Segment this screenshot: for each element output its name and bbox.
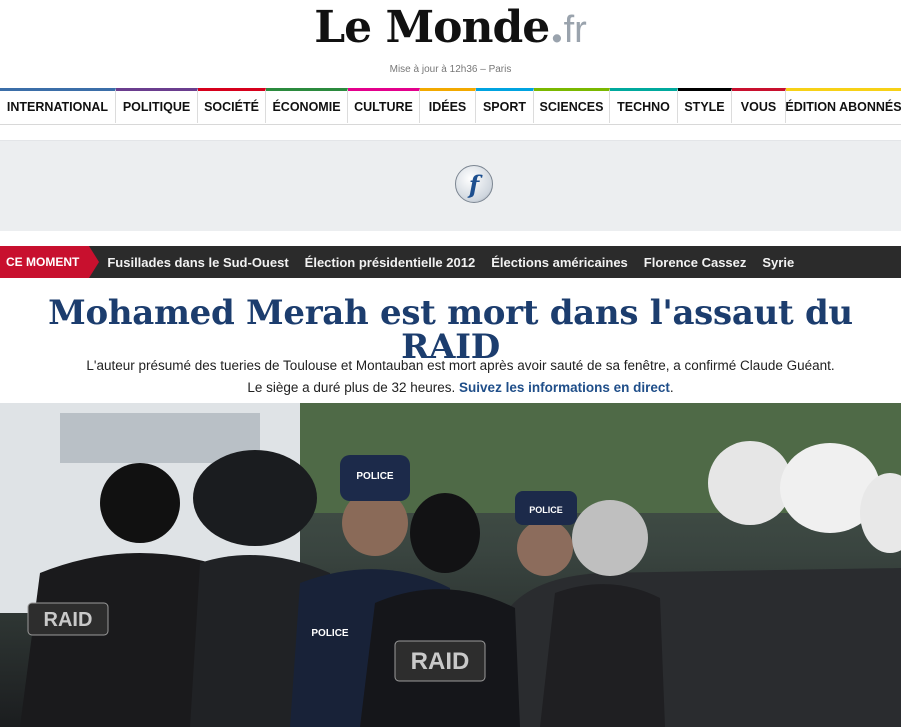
nav-sciences[interactable]: SCIENCES <box>534 88 610 123</box>
nav-vous[interactable]: VOUS <box>732 88 786 123</box>
trending-link[interactable]: Élection présidentielle 2012 <box>305 255 476 270</box>
logo-text: Le Monde <box>314 2 550 53</box>
article-lead: L'auteur présumé des tueries de Toulouse… <box>40 355 881 399</box>
article-photo[interactable]: RAID RAID POLICE POLICE POLICE <box>0 403 901 727</box>
photo-illustration: RAID RAID POLICE POLICE POLICE <box>0 403 901 727</box>
lead-line-1: L'auteur présumé des tueries de Toulouse… <box>86 358 835 373</box>
trending-link[interactable]: Fusillades dans le Sud-Ouest <box>107 255 288 270</box>
raid-patch-text: RAID <box>44 609 93 631</box>
dark-car <box>470 568 901 727</box>
live-coverage-link[interactable]: Suivez les informations en direct <box>459 380 670 395</box>
police-cap-text: POLICE <box>529 505 563 515</box>
nav-techno[interactable]: TECHNO <box>610 88 678 123</box>
nav-style[interactable]: STYLE <box>678 88 732 123</box>
nav-politique[interactable]: POLITIQUE <box>116 88 198 123</box>
nav-sport[interactable]: SPORT <box>476 88 534 123</box>
officer-helmet <box>100 463 180 543</box>
officer-body <box>540 584 665 727</box>
grey-hair-man <box>572 500 648 576</box>
police-badge-text: POLICE <box>311 628 349 639</box>
flash-plugin-icon[interactable]: f <box>455 165 493 203</box>
nav-edition-abonnes[interactable]: ÉDITION ABONNÉS <box>785 88 901 123</box>
police-cap-text: POLICE <box>356 471 394 482</box>
update-time: Mise à jour à 12h36 – Paris <box>389 64 512 75</box>
ad-banner[interactable]: f <box>0 140 901 231</box>
main-navigation: INTERNATIONAL POLITIQUE SOCIÉTÉ ÉCONOMIE… <box>0 88 901 125</box>
lead-line-2: Le siège a duré plus de 32 heures. Suive… <box>40 377 881 399</box>
trending-bar: CE MOMENT Fusillades dans le Sud-Ouest É… <box>0 246 901 278</box>
trending-label: CE MOMENT <box>0 246 100 278</box>
lead-end: . <box>669 380 674 395</box>
officer-helmet <box>193 450 317 546</box>
police-officer-face <box>517 520 573 576</box>
logo-dot: . <box>549 2 564 53</box>
officer-helmet <box>410 493 480 573</box>
nav-societe[interactable]: SOCIÉTÉ <box>198 88 266 123</box>
trending-link[interactable]: Florence Cassez <box>644 255 747 270</box>
nav-idees[interactable]: IDÉES <box>420 88 476 123</box>
white-helmet <box>708 441 792 525</box>
raid-patch-text: RAID <box>411 648 470 675</box>
logo-tld: fr <box>563 9 587 51</box>
trending-link[interactable]: Élections américaines <box>491 255 628 270</box>
nav-economie[interactable]: ÉCONOMIE <box>266 88 348 123</box>
lead-text: Le siège a duré plus de 32 heures. <box>247 380 456 395</box>
nav-culture[interactable]: CULTURE <box>348 88 420 123</box>
masthead: Le Monde.fr Mise à jour à 12h36 – Paris <box>0 0 901 88</box>
article-headline[interactable]: Mohamed Merah est mort dans l'assaut du … <box>0 296 901 364</box>
trending-link[interactable]: Syrie <box>762 255 794 270</box>
nav-international[interactable]: INTERNATIONAL <box>0 88 116 123</box>
trending-links: Fusillades dans le Sud-Ouest Élection pr… <box>107 255 810 270</box>
le-monde-logo[interactable]: Le Monde.fr <box>0 6 901 50</box>
